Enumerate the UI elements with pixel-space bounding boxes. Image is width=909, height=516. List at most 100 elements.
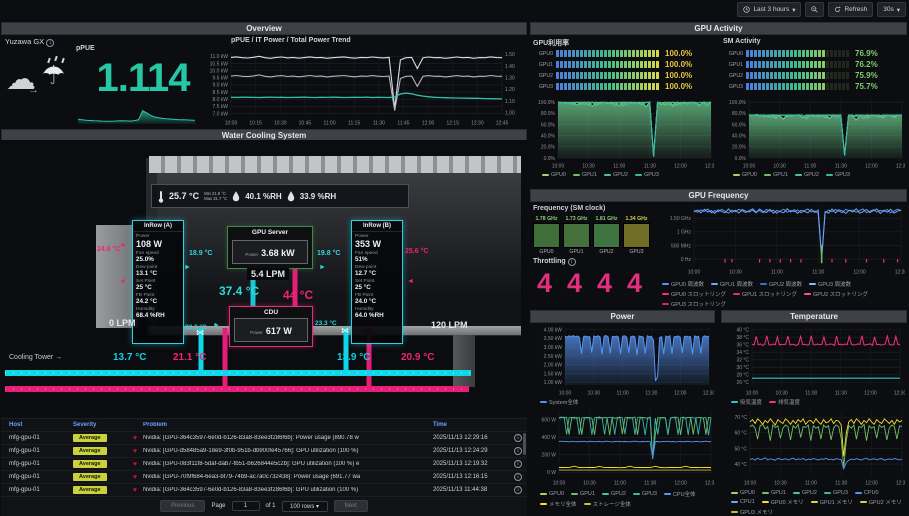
gpu-util-trend-chart[interactable]: 100.0%80.0%60.0%40.0%20.0%0.0%10:0010:30… xyxy=(531,97,714,169)
legend-item[interactable]: 排気温度 xyxy=(769,398,800,406)
legend-item[interactable]: GPU2 スロットリング xyxy=(804,290,868,298)
system-power-chart[interactable]: 4.00 kW3.50 kW3.00 kW2.50 kW2.00 kW1.50 … xyxy=(531,324,714,396)
zoom-out-button[interactable] xyxy=(805,2,824,17)
legend-item[interactable]: GPU3 xyxy=(826,172,850,178)
sm-activity-trend-chart[interactable]: 100.0%80.0%60.0%40.0%20.0%0.0%10:0010:30… xyxy=(722,97,905,169)
svg-text:11:30: 11:30 xyxy=(644,481,656,487)
legend-item[interactable]: GPU2 xyxy=(602,491,626,497)
refresh-interval-select[interactable]: 30s ▾ xyxy=(877,2,906,17)
frequency-tile[interactable]: 1.73 GHzGPU1 xyxy=(563,216,590,255)
frequency-tile[interactable]: 1.34 GHzGPU3 xyxy=(623,216,650,255)
info-icon[interactable]: i xyxy=(514,486,522,494)
legend-item[interactable]: GPU2 xyxy=(795,172,819,178)
svg-text:12:00: 12:00 xyxy=(853,270,866,276)
legend-item[interactable]: GPU1 xyxy=(762,490,786,496)
col-problem[interactable]: Problem xyxy=(143,422,433,428)
alert-row[interactable]: mfg-gpu-01Average♥Nvidia: [GPU-70f9f684-… xyxy=(1,471,527,484)
legend-item[interactable]: GPU0 周波数 xyxy=(662,280,704,288)
legend-item[interactable]: GPU3 周波数 xyxy=(809,280,851,288)
info-icon[interactable]: i xyxy=(46,39,54,47)
legend-item[interactable]: GPU2 メモリ xyxy=(860,498,902,506)
info-icon[interactable]: i xyxy=(514,460,522,468)
legend-item[interactable]: GPU2 周波数 xyxy=(760,280,802,288)
legend-item[interactable]: GPU0 xyxy=(733,172,757,178)
gpu-util-legend[interactable]: GPU0 GPU1 GPU2 GPU3 xyxy=(542,172,712,178)
frequency-title: Frequency (SM clock) xyxy=(533,205,605,212)
row-header-gpu-frequency[interactable]: GPU Frequency xyxy=(530,189,907,202)
legend-item[interactable]: GPU3 xyxy=(635,172,659,178)
svg-text:12:30: 12:30 xyxy=(896,164,905,170)
legend-item[interactable]: GPU1 xyxy=(573,172,597,178)
component-temperature-chart[interactable]: 70 °C60 °C50 °C40 °C10:0010:3011:0011:30… xyxy=(722,408,905,486)
row-header-gpu-activity[interactable]: GPU Activity xyxy=(530,22,907,35)
previous-page-button[interactable]: Previous xyxy=(160,500,205,512)
svg-text:11:30: 11:30 xyxy=(835,481,847,487)
alert-row[interactable]: mfg-gpu-01Average♥Nvidia: [GPU-083f11f8-… xyxy=(1,458,527,471)
system-power-legend[interactable]: System全体 xyxy=(540,398,578,406)
temperature-chart[interactable]: 40 °C38 °C36 °C34 °C32 °C30 °C28 °C26 °C… xyxy=(722,324,905,396)
legend-item[interactable]: GPU3 メモリ xyxy=(731,508,773,516)
gpu-frequency-chart[interactable]: 1.50 GHz1 GHz500 MHz0 Hz10:0010:3011:001… xyxy=(656,203,905,275)
legend-item[interactable]: GPU2 xyxy=(793,490,817,496)
next-page-button[interactable]: Next xyxy=(334,500,368,512)
inrow-a-panel: InRow (A) Power108 WFan speed25.0%Dew po… xyxy=(132,220,184,344)
supply-temp-gpu: 37.4 °C xyxy=(219,284,259,298)
legend-item[interactable]: CPU1 xyxy=(731,499,755,505)
component-power-chart[interactable]: 600 W400 W200 W0 W10:0010:3011:0011:3012… xyxy=(531,408,714,486)
legend-item[interactable]: メモリ全体 xyxy=(540,500,577,508)
sm-activity-legend[interactable]: GPU0 GPU1 GPU2 GPU3 xyxy=(733,172,903,178)
legend-item[interactable]: GPU0 xyxy=(542,172,566,178)
legend-item[interactable]: GPU3 xyxy=(633,491,657,497)
info-icon[interactable]: i xyxy=(514,447,522,455)
legend-item[interactable]: GPU0 xyxy=(540,491,564,497)
svg-text:11.0 kW: 11.0 kW xyxy=(210,54,228,60)
legend-item[interactable]: 吸気温度 xyxy=(731,398,762,406)
legend-item[interactable]: GPU1 xyxy=(571,491,595,497)
frequency-tile[interactable]: 1.81 GHzGPU2 xyxy=(593,216,620,255)
rows-per-page-select[interactable]: 100 rows ▾ xyxy=(282,501,328,512)
table-scrollbar[interactable] xyxy=(523,433,526,455)
ppue-sparkline[interactable] xyxy=(78,107,195,124)
legend-item[interactable]: GPU1 xyxy=(764,172,788,178)
legend-item[interactable]: ストレージ全体 xyxy=(584,500,631,508)
info-icon[interactable]: i xyxy=(568,258,576,266)
col-host[interactable]: Host xyxy=(1,422,73,428)
svg-text:9.0 kW: 9.0 kW xyxy=(212,83,228,89)
power-trend-chart[interactable]: 11.0 kW10.5 kW10.0 kW9.5 kW9.0 kW8.5 kW8… xyxy=(197,49,526,126)
time-range-picker[interactable]: Last 3 hours ▾ xyxy=(737,2,801,17)
refresh-button[interactable]: Refresh xyxy=(828,2,873,17)
page-input[interactable]: 1 xyxy=(232,501,260,511)
col-time[interactable]: Time xyxy=(433,422,509,428)
row-header-temperature[interactable]: Temperature xyxy=(721,310,907,323)
alert-row[interactable]: mfg-gpu-01Average♥Nvidia: [GPU-364c3597-… xyxy=(1,432,527,445)
component-power-legend[interactable]: GPU0 GPU1 GPU2 GPU3 CPU全体メモリ全体ストレージ全体 xyxy=(540,490,712,508)
info-icon[interactable]: i xyxy=(514,434,522,442)
col-severity[interactable]: Severity xyxy=(73,422,127,428)
frequency-tile[interactable]: 1.78 GHzGPU0 xyxy=(533,216,560,255)
legend-item[interactable]: GPU3 スロットリング xyxy=(662,300,726,308)
alert-row[interactable]: mfg-gpu-01Average♥Nvidia: [GPU-364c3597-… xyxy=(1,484,527,497)
legend-item[interactable]: GPU3 xyxy=(824,490,848,496)
legend-item[interactable]: GPU0 スロットリング xyxy=(662,290,726,298)
component-temperature-legend[interactable]: GPU0 GPU1 GPU2 GPU3 CPU0 CPU1 GPU0 メモリ GPU1 メモリ… xyxy=(731,490,903,516)
gpu-frequency-legend[interactable]: GPU0 周波数 GPU1 周波数 GPU2 周波数 GPU3 周波数 GPU0 スロッ… xyxy=(662,280,905,308)
chart-svg: 600 W400 W200 W0 W10:0010:3011:0011:3012… xyxy=(531,408,714,486)
legend-item[interactable]: GPU1 周波数 xyxy=(711,280,753,288)
row-header-overview[interactable]: Overview xyxy=(1,22,527,35)
svg-text:11:30: 11:30 xyxy=(644,164,656,170)
legend-item[interactable]: GPU1 スロットリング xyxy=(733,290,797,298)
info-icon[interactable]: i xyxy=(514,473,522,481)
alert-host: mfg-gpu-01 xyxy=(1,448,73,454)
legend-item[interactable]: GPU2 xyxy=(604,172,628,178)
legend-item[interactable]: CPU全体 xyxy=(664,490,696,498)
dashboard: Last 3 hours ▾ Refresh 30s ▾ Overview Yu… xyxy=(0,0,909,516)
legend-item[interactable]: GPU0 xyxy=(731,490,755,496)
row-header-power[interactable]: Power xyxy=(530,310,715,323)
legend-item[interactable]: CPU0 xyxy=(855,490,879,496)
legend-item[interactable]: GPU1 メモリ xyxy=(811,498,853,506)
alert-problem: Nvidia: [GPU-083f11f8-5daf-dab7-fb51-b62… xyxy=(143,461,433,467)
temperature-legend[interactable]: 吸気温度排気温度 xyxy=(731,398,800,406)
legend-item[interactable]: GPU0 メモリ xyxy=(762,498,804,506)
alert-row[interactable]: mfg-gpu-01Average♥Nvidia: [GPU-d58485a9-… xyxy=(1,445,527,458)
legend-item[interactable]: System全体 xyxy=(540,398,578,406)
